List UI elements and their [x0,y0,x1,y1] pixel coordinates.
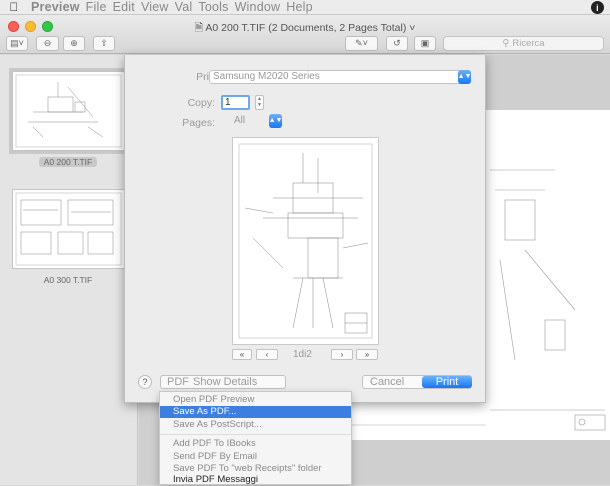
pdf-dropdown-menu: Open PDF Preview Save As PDF... Save As … [159,391,352,485]
apple-icon[interactable]:  [0,0,28,14]
search-input[interactable]: ⚲ Ricerca [443,36,604,51]
page-indicator: 1di2 [293,349,312,360]
printer-select[interactable]: Samsung M2020 Series ▲▼ [209,70,471,84]
document-icon: 🗎 [194,22,204,34]
first-page-button[interactable]: « [232,349,252,360]
sidebar-toggle-button[interactable]: ▤˅ [6,36,28,51]
copies-stepper[interactable]: ▲ ▼ [255,95,264,110]
next-page-button[interactable]: › [331,349,353,360]
pdf-menu-open-preview[interactable]: Open PDF Preview [160,394,351,406]
pages-label: Pages: [182,117,215,129]
pen-icon: ✎˅ [355,38,368,48]
pdf-menu-send-email[interactable]: Send PDF By Email [160,451,351,463]
menu-preview[interactable]: Preview [28,0,83,14]
window-toolbar: 🗎 A0 200 T.TIF (2 Documents, 2 Pages Tot… [0,15,610,54]
menu-tools[interactable]: Tools [195,0,231,14]
pdf-menu-button[interactable]: PDF [161,376,189,388]
chevron-down-icon[interactable]: ˅ [409,22,415,34]
sidebar-icon: ▤˅ [10,38,24,48]
thumbnail-page-1[interactable] [9,68,128,154]
markup-button[interactable]: ✎˅ [345,36,378,51]
menu-separator [160,434,351,435]
copies-label: Copy: [187,97,215,109]
menu-edit[interactable]: Edit [110,0,138,14]
info-icon[interactable]: i [591,1,604,14]
menu-val[interactable]: Val [172,0,196,14]
menu-bar:  Preview File Edit View Val Tools Windo… [0,0,610,15]
print-preview-page [232,137,379,345]
help-button[interactable]: ? [138,375,152,389]
drawing-thumbnail-icon [15,74,122,148]
thumbnail-label-1: A0 200 T.TIF [39,157,97,167]
zoom-in-icon: ⊕ [70,38,78,48]
pdf-menu-send-messages[interactable]: Invia PDF Messaggi [160,474,351,486]
pdf-menu-save-as-pdf[interactable]: Save As PDF... [160,406,351,418]
document-page-edge [352,400,486,440]
menu-view[interactable]: View [138,0,172,14]
cancel-print-group: Cancel Print [362,375,472,389]
search-icon: ⚲ [502,38,510,49]
share-icon: ⇧ [100,38,108,48]
pdf-menu-add-to-ibooks[interactable]: Add PDF To IBooks [160,438,351,450]
menu-file[interactable]: File [83,0,110,14]
show-details-button[interactable]: Show Details [189,376,257,388]
chevron-updown-icon: ▲▼ [458,70,471,84]
toolbox-button[interactable]: ▣ [414,36,436,51]
print-preview-drawing [238,143,373,339]
cancel-button[interactable]: Cancel [363,376,404,388]
thumbnail-label-2: A0 300 T.TIF [43,275,93,285]
zoom-out-button[interactable]: ⊖ [36,36,59,51]
menu-window[interactable]: Window [232,0,284,14]
pdf-show-details-group: PDF Show Details [160,375,286,389]
print-dialog: Printer: Samsung M2020 Series ▲▼ Copy: 1… [124,55,486,403]
copies-input[interactable]: 1 [221,95,250,110]
thumbnail-page-2[interactable] [12,189,125,269]
thumbnail-sidebar: A0 200 T.TIF A0 300 T.TIF [0,55,138,485]
share-button[interactable]: ⇧ [93,36,115,51]
zoom-in-button[interactable]: ⊕ [63,36,85,51]
document-page-drawing [485,110,610,440]
prev-page-button[interactable]: ‹ [256,349,278,360]
last-page-button[interactable]: » [356,349,378,360]
pages-select[interactable]: All ▲▼ [231,114,282,129]
rotate-button[interactable]: ↺ [386,36,408,51]
zoom-out-icon: ⊖ [43,38,52,48]
pdf-menu-save-as-postscript[interactable]: Save As PostScript... [160,419,351,431]
drawing-thumbnail-icon [15,192,122,266]
menu-help[interactable]: Help [283,0,316,14]
toolbox-icon: ▣ [420,38,430,48]
print-button[interactable]: Print [422,376,472,388]
rotate-icon: ↺ [393,38,401,48]
chevron-updown-icon: ▲▼ [269,114,282,128]
